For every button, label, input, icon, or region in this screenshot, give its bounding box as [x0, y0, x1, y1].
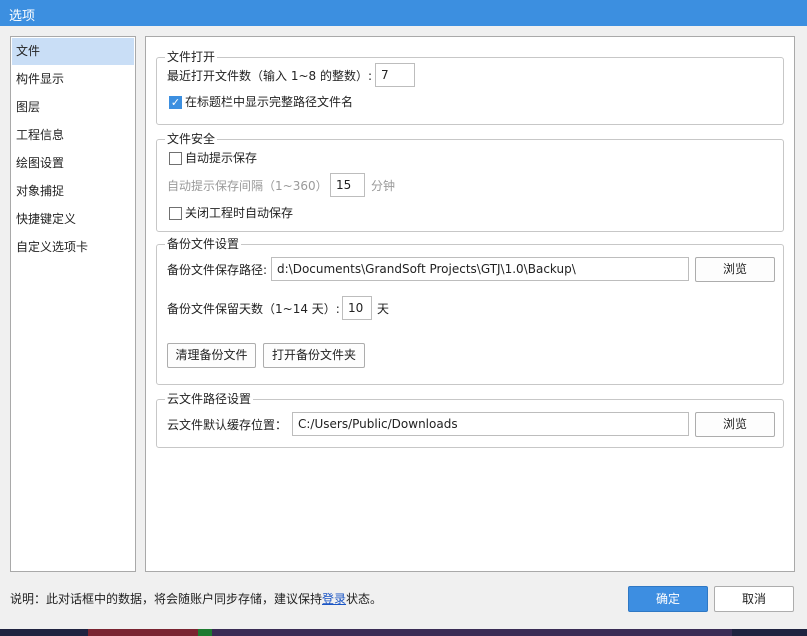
backup-days-unit: 天 [377, 302, 390, 316]
sidebar-item-layers[interactable]: 图层 [12, 94, 134, 121]
check-icon: ✓ [170, 96, 181, 109]
sidebar-item-project-info[interactable]: 工程信息 [12, 122, 134, 149]
settings-panel: 文件打开 最近打开文件数（输入 1~8 的整数）: 7 ✓ 在标题栏中显示完整路… [145, 36, 795, 572]
footer-note-text: 说明：此对话框中的数据，将会随账户同步存储，建议保持 [10, 592, 323, 606]
auto-prompt-save-label: 自动提示保存 [185, 151, 258, 165]
save-interval-label: 自动提示保存间隔（1~360） [167, 179, 328, 193]
backup-days-input[interactable]: 10 [342, 296, 372, 320]
dialog-body: 文件 构件显示 图层 工程信息 绘图设置 对象捕捉 快捷键定义 自定义选项卡 文… [0, 26, 807, 629]
file-open-group: 文件打开 最近打开文件数（输入 1~8 的整数）: 7 ✓ 在标题栏中显示完整路… [156, 49, 784, 125]
ok-button[interactable]: 确定 [628, 586, 708, 612]
clean-backup-button[interactable]: 清理备份文件 [167, 343, 256, 368]
cloud-path-title: 云文件路径设置 [165, 391, 254, 407]
backup-group: 备份文件设置 备份文件保存路径: d:\Documents\GrandSoft … [156, 236, 784, 385]
file-security-title: 文件安全 [165, 131, 218, 147]
login-link[interactable]: 登录 [322, 592, 346, 606]
sidebar-item-custom-tabs[interactable]: 自定义选项卡 [12, 234, 134, 261]
sidebar-item-file[interactable]: 文件 [12, 38, 134, 65]
background-segment [88, 629, 198, 636]
title-bar[interactable]: 选项 [0, 0, 807, 26]
background-segment [198, 629, 212, 636]
backup-title: 备份文件设置 [165, 236, 242, 252]
backup-path-input[interactable]: d:\Documents\GrandSoft Projects\GTJ\1.0\… [271, 257, 689, 281]
cloud-browse-button[interactable]: 浏览 [695, 412, 775, 437]
save-interval-unit: 分钟 [371, 179, 396, 193]
sidebar-item-component-display[interactable]: 构件显示 [12, 66, 134, 93]
cloud-cache-label: 云文件默认缓存位置： [167, 418, 288, 432]
cloud-cache-input[interactable]: C:/Users/Public/Downloads [292, 412, 689, 436]
recent-files-input[interactable]: 7 [375, 63, 415, 87]
save-interval-input[interactable]: 15 [330, 173, 365, 197]
auto-prompt-save-checkbox[interactable] [169, 152, 182, 165]
footer-note-suffix: 状态。 [346, 592, 383, 606]
sidebar-item-object-snap[interactable]: 对象捕捉 [12, 178, 134, 205]
autosave-on-close-checkbox[interactable] [169, 207, 182, 220]
window-title: 选项 [9, 9, 36, 24]
file-security-group: 文件安全 自动提示保存 自动提示保存间隔（1~360） 15 分钟 关闭工程时自… [156, 131, 784, 232]
recent-files-label: 最近打开文件数（输入 1~8 的整数）: [167, 69, 372, 83]
sidebar: 文件 构件显示 图层 工程信息 绘图设置 对象捕捉 快捷键定义 自定义选项卡 [10, 36, 136, 572]
file-open-title: 文件打开 [165, 49, 218, 65]
cancel-button[interactable]: 取消 [714, 586, 794, 612]
open-backup-folder-button[interactable]: 打开备份文件夹 [263, 343, 365, 368]
footer-note: 说明：此对话框中的数据，将会随账户同步存储，建议保持登录状态。 [10, 590, 382, 607]
background-strip [0, 629, 807, 636]
autosave-on-close-label: 关闭工程时自动保存 [185, 206, 294, 220]
sidebar-item-shortcuts[interactable]: 快捷键定义 [12, 206, 134, 233]
backup-browse-button[interactable]: 浏览 [695, 257, 775, 282]
show-full-path-checkbox[interactable]: ✓ [169, 96, 182, 109]
background-segment [212, 629, 732, 636]
show-full-path-label: 在标题栏中显示完整路径文件名 [185, 95, 354, 109]
sidebar-item-drawing-settings[interactable]: 绘图设置 [12, 150, 134, 177]
backup-days-label: 备份文件保留天数（1~14 天）: [167, 302, 340, 316]
backup-path-label: 备份文件保存路径: [167, 263, 268, 277]
cloud-path-group: 云文件路径设置 云文件默认缓存位置： C:/Users/Public/Downl… [156, 391, 784, 448]
